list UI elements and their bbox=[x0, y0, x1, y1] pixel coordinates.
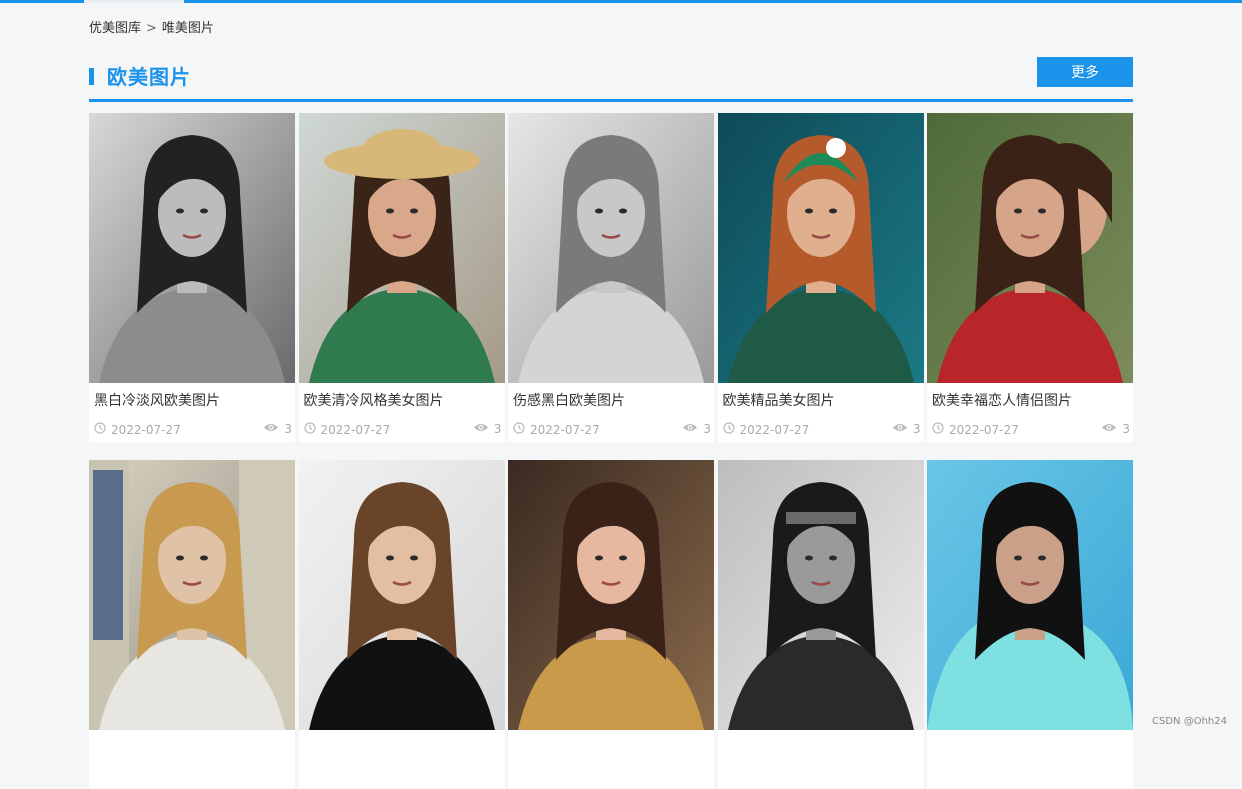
image-card[interactable]: 黑白冷淡风欧美图片 2022-07-27 3 bbox=[89, 113, 295, 442]
card-views-count: 3 bbox=[912, 422, 921, 436]
image-card[interactable] bbox=[927, 460, 1133, 789]
clock-icon bbox=[513, 422, 525, 437]
card-meta: 2022-07-27 3 bbox=[927, 415, 1133, 442]
card-thumbnail[interactable] bbox=[89, 460, 295, 730]
card-date-text: 2022-07-27 bbox=[949, 422, 1019, 437]
clock-icon bbox=[303, 422, 316, 437]
top-nav-tab[interactable] bbox=[84, 0, 184, 3]
section-title-marker bbox=[89, 68, 94, 85]
breadcrumb-separator: > bbox=[146, 21, 157, 36]
card-title[interactable]: 伤感黑白欧美图片 bbox=[508, 383, 714, 415]
eye-icon bbox=[892, 422, 908, 436]
more-button[interactable]: 更多 bbox=[1037, 57, 1133, 87]
card-thumbnail[interactable] bbox=[508, 460, 714, 730]
image-card[interactable]: 欧美幸福恋人情侣图片 2022-07-27 3 bbox=[927, 113, 1133, 442]
clock-icon bbox=[722, 422, 735, 437]
eye-icon bbox=[1101, 422, 1117, 436]
card-date: 2022-07-27 bbox=[94, 422, 181, 437]
image-card[interactable]: 伤感黑白欧美图片 2022-07-27 3 bbox=[508, 113, 714, 442]
card-views-count: 3 bbox=[703, 422, 711, 436]
watermark: CSDN @Ohh24 bbox=[1152, 716, 1227, 727]
card-title[interactable]: 欧美清冷风格美女图片 bbox=[299, 383, 505, 415]
card-meta: 2022-07-27 3 bbox=[89, 415, 295, 442]
image-card[interactable] bbox=[508, 460, 714, 789]
card-date: 2022-07-27 bbox=[932, 422, 1019, 437]
card-thumbnail[interactable] bbox=[927, 113, 1133, 383]
card-title[interactable]: 黑白冷淡风欧美图片 bbox=[89, 383, 295, 415]
card-thumbnail[interactable] bbox=[508, 113, 714, 383]
eye-icon bbox=[473, 422, 489, 436]
card-date: 2022-07-27 bbox=[722, 422, 810, 437]
card-views: 3 bbox=[473, 422, 502, 436]
top-accent-bar bbox=[0, 0, 1242, 3]
image-card[interactable] bbox=[717, 460, 924, 789]
card-thumbnail[interactable] bbox=[89, 113, 295, 383]
breadcrumb: 优美图库 > 唯美图片 bbox=[89, 17, 214, 36]
card-date-text: 2022-07-27 bbox=[739, 422, 810, 437]
card-views-count: 3 bbox=[493, 422, 502, 436]
card-thumbnail[interactable] bbox=[298, 113, 505, 383]
section-header: 欧美图片 更多 bbox=[89, 56, 1133, 102]
card-date: 2022-07-27 bbox=[303, 422, 391, 437]
card-date-text: 2022-07-27 bbox=[530, 422, 600, 437]
card-views: 3 bbox=[263, 422, 292, 436]
card-views-count: 3 bbox=[1122, 422, 1130, 436]
card-date: 2022-07-27 bbox=[513, 422, 600, 437]
image-card[interactable]: 欧美精品美女图片 2022-07-27 3 bbox=[717, 113, 924, 442]
card-meta: 2022-07-27 3 bbox=[299, 415, 505, 442]
image-card[interactable]: 欧美清冷风格美女图片 2022-07-27 3 bbox=[298, 113, 505, 442]
image-grid: 黑白冷淡风欧美图片 2022-07-27 3 欧美清冷风格美女图片 2022-07-27… bbox=[89, 113, 1133, 789]
card-views: 3 bbox=[1101, 422, 1130, 436]
card-views: 3 bbox=[682, 422, 711, 436]
card-views-count: 3 bbox=[284, 422, 292, 436]
card-title[interactable]: 欧美幸福恋人情侣图片 bbox=[927, 383, 1133, 415]
card-thumbnail[interactable] bbox=[717, 113, 924, 383]
image-card[interactable] bbox=[89, 460, 295, 789]
card-date-text: 2022-07-27 bbox=[111, 422, 181, 437]
image-card[interactable] bbox=[298, 460, 505, 789]
section-title: 欧美图片 bbox=[107, 65, 191, 89]
card-date-text: 2022-07-27 bbox=[320, 422, 391, 437]
eye-icon bbox=[263, 422, 279, 436]
card-meta: 2022-07-27 3 bbox=[508, 415, 714, 442]
breadcrumb-current-link[interactable]: 唯美图片 bbox=[162, 21, 214, 36]
card-views: 3 bbox=[892, 422, 921, 436]
clock-icon bbox=[932, 422, 944, 437]
breadcrumb-home-link[interactable]: 优美图库 bbox=[89, 21, 141, 36]
eye-icon bbox=[682, 422, 698, 436]
card-thumbnail[interactable] bbox=[927, 460, 1133, 730]
card-meta: 2022-07-27 3 bbox=[718, 415, 924, 442]
clock-icon bbox=[94, 422, 106, 437]
card-thumbnail[interactable] bbox=[298, 460, 505, 730]
card-title[interactable]: 欧美精品美女图片 bbox=[718, 383, 924, 415]
card-thumbnail[interactable] bbox=[717, 460, 924, 730]
